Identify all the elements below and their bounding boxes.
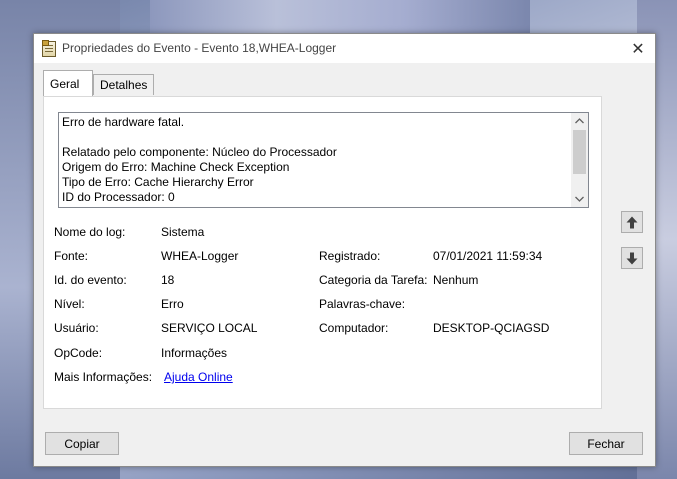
scroll-thumb[interactable] — [573, 130, 586, 174]
log-name-label: Nome do log: — [54, 225, 126, 239]
tab-detalhes[interactable]: Detalhes — [93, 74, 154, 95]
previous-event-button[interactable] — [621, 211, 643, 233]
close-icon[interactable]: ✕ — [621, 34, 655, 63]
scroll-up-icon[interactable] — [571, 113, 588, 129]
logged-value: 07/01/2021 11:59:34 — [433, 249, 543, 263]
next-event-button[interactable] — [621, 247, 643, 269]
logged-label: Registrado: — [319, 249, 381, 263]
description-line — [62, 130, 570, 145]
level-value: Erro — [161, 297, 184, 311]
level-label: Nível: — [54, 297, 85, 311]
description-line: ID do Processador: 0 — [62, 190, 175, 204]
keywords-label: Palavras-chave: — [319, 297, 406, 311]
task-category-value: Nenhum — [433, 273, 479, 287]
arrow-down-icon — [626, 252, 638, 264]
opcode-value: Informações — [161, 346, 228, 360]
event-properties-window: Propriedades do Evento - Evento 18,WHEA-… — [33, 33, 656, 467]
user-value: SERVIÇO LOCAL — [161, 321, 258, 335]
task-category-label: Categoria da Tarefa: — [319, 273, 428, 287]
user-label: Usuário: — [54, 321, 99, 335]
description-line: Erro de hardware fatal. — [62, 115, 185, 129]
scroll-down-icon[interactable] — [571, 191, 588, 207]
description-line: Origem do Erro: Machine Check Exception — [62, 160, 290, 174]
log-name-value: Sistema — [161, 225, 205, 239]
title-bar[interactable]: Propriedades do Evento - Evento 18,WHEA-… — [34, 34, 655, 63]
online-help-link[interactable]: Ajuda Online — [164, 370, 233, 384]
more-info-label: Mais Informações: — [54, 370, 153, 384]
event-id-value: 18 — [161, 273, 175, 287]
description-line: Relatado pelo componente: Núcleo do Proc… — [62, 145, 337, 159]
copy-button[interactable]: Copiar — [45, 432, 119, 455]
description-textbox[interactable]: Erro de hardware fatal. Relatado pelo com… — [58, 112, 589, 208]
tab-geral[interactable]: Geral — [43, 70, 93, 96]
opcode-label: OpCode: — [54, 346, 103, 360]
computer-value: DESKTOP-QCIAGSD — [433, 321, 550, 335]
description-scrollbar[interactable] — [571, 113, 588, 207]
computer-label: Computador: — [319, 321, 389, 335]
description-text: Erro de hardware fatal. Relatado pelo com… — [62, 115, 570, 207]
source-label: Fonte: — [54, 249, 89, 263]
description-line: Tipo de Erro: Cache Hierarchy Error — [62, 175, 254, 189]
arrow-up-icon — [626, 216, 638, 228]
close-button[interactable]: Fechar — [569, 432, 643, 455]
event-properties-icon — [42, 40, 56, 57]
general-panel: Erro de hardware fatal. Relatado pelo com… — [43, 96, 602, 409]
window-title: Propriedades do Evento - Evento 18,WHEA-… — [62, 41, 337, 55]
event-id-label: Id. do evento: — [54, 273, 127, 287]
source-value: WHEA-Logger — [161, 249, 239, 263]
